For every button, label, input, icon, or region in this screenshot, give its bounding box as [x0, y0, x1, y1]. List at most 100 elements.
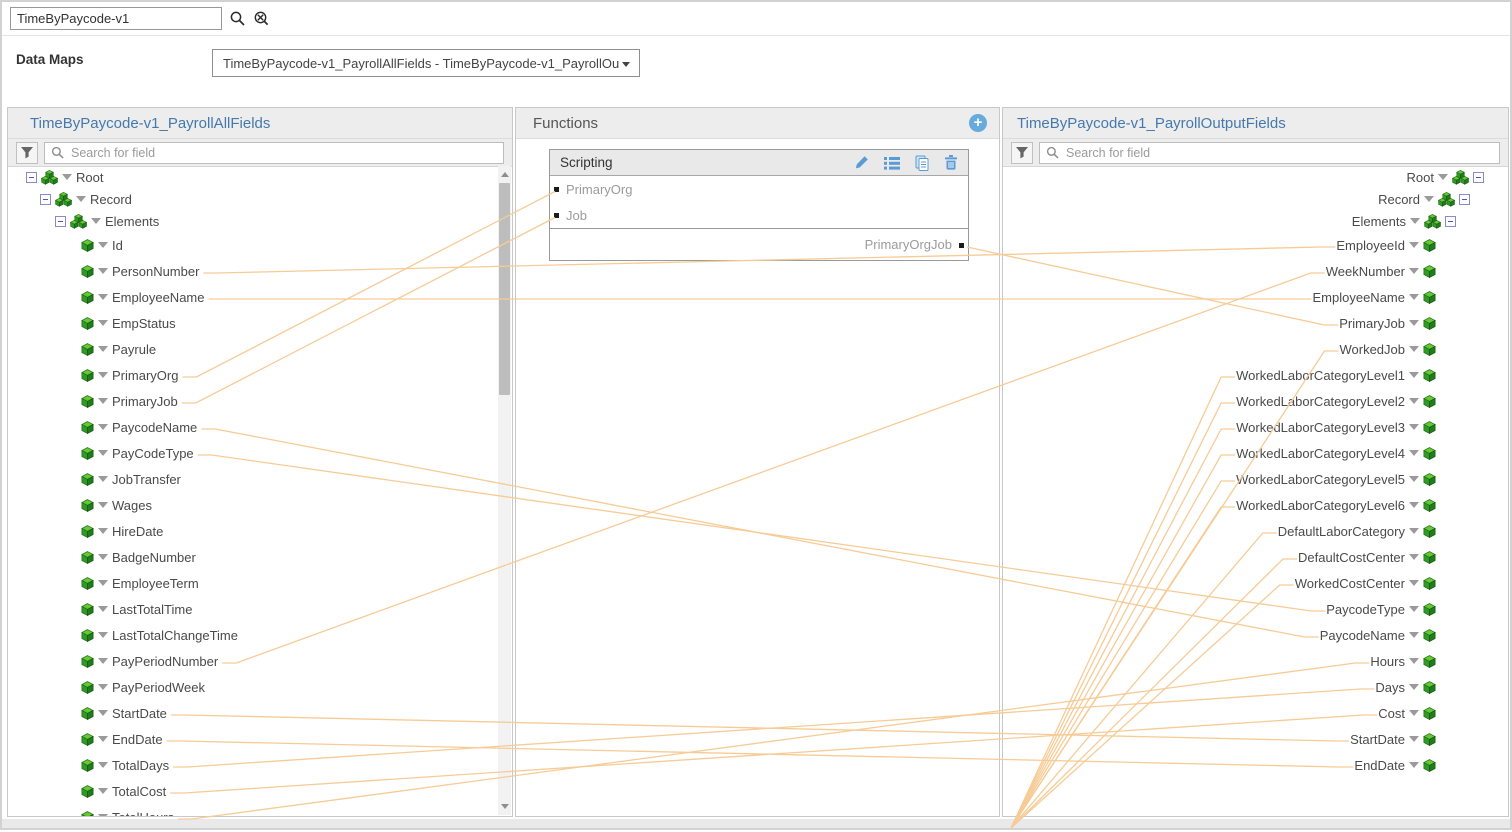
tree-item-primaryorg[interactable]: PrimaryOrg [8, 362, 512, 388]
tree-item-paycodename[interactable]: PaycodeName [1003, 622, 1508, 648]
tree-item-wages[interactable]: Wages [8, 492, 512, 518]
collapse-icon[interactable] [40, 194, 51, 205]
field-dropdown-arrow-icon[interactable] [98, 476, 108, 482]
tree-item-primaryjob[interactable]: PrimaryJob [1003, 310, 1508, 336]
field-dropdown-arrow-icon[interactable] [1410, 218, 1420, 224]
filter-icon[interactable] [1011, 142, 1033, 164]
tree-item-root[interactable]: Root [1003, 166, 1508, 188]
filter-icon[interactable] [16, 142, 38, 164]
collapse-icon[interactable] [1473, 172, 1484, 183]
tree-item-root[interactable]: Root [8, 166, 512, 188]
tree-item-payperiodweek[interactable]: PayPeriodWeek [8, 674, 512, 700]
search-icon[interactable] [229, 10, 246, 27]
field-dropdown-arrow-icon[interactable] [1409, 554, 1419, 560]
field-dropdown-arrow-icon[interactable] [98, 710, 108, 716]
field-dropdown-arrow-icon[interactable] [98, 762, 108, 768]
tree-item-hours[interactable]: Hours [1003, 648, 1508, 674]
field-dropdown-arrow-icon[interactable] [1409, 658, 1419, 664]
collapse-icon[interactable] [55, 216, 66, 227]
field-dropdown-arrow-icon[interactable] [1409, 632, 1419, 638]
field-dropdown-arrow-icon[interactable] [1438, 174, 1448, 180]
field-dropdown-arrow-icon[interactable] [1409, 476, 1419, 482]
source-tree-scrollbar[interactable] [498, 166, 511, 815]
tree-item-paycodetype[interactable]: PaycodeType [1003, 596, 1508, 622]
tree-item-employeename[interactable]: EmployeeName [8, 284, 512, 310]
field-dropdown-arrow-icon[interactable] [1409, 684, 1419, 690]
scrollbar-thumb[interactable] [499, 183, 510, 395]
field-dropdown-arrow-icon[interactable] [98, 788, 108, 794]
field-dropdown-arrow-icon[interactable] [1409, 762, 1419, 768]
global-search-input[interactable] [10, 7, 222, 30]
target-search-input[interactable] [1064, 145, 1493, 161]
tree-item-hiredate[interactable]: HireDate [8, 518, 512, 544]
field-dropdown-arrow-icon[interactable] [98, 268, 108, 274]
edit-function-icon[interactable] [854, 155, 869, 170]
field-dropdown-arrow-icon[interactable] [62, 174, 72, 180]
field-dropdown-arrow-icon[interactable] [98, 398, 108, 404]
tree-item-workedlaborcategorylevel2[interactable]: WorkedLaborCategoryLevel2 [1003, 388, 1508, 414]
field-dropdown-arrow-icon[interactable] [91, 218, 101, 224]
tree-item-workedlaborcategorylevel1[interactable]: WorkedLaborCategoryLevel1 [1003, 362, 1508, 388]
tree-item-totaldays[interactable]: TotalDays [8, 752, 512, 778]
tree-item-record[interactable]: Record [8, 188, 512, 210]
field-dropdown-arrow-icon[interactable] [98, 320, 108, 326]
field-dropdown-arrow-icon[interactable] [98, 684, 108, 690]
delete-function-icon[interactable] [944, 155, 958, 170]
collapse-icon[interactable] [26, 172, 37, 183]
tree-item-id[interactable]: Id [8, 232, 512, 258]
scroll-up-icon[interactable] [501, 172, 509, 177]
field-dropdown-arrow-icon[interactable] [76, 196, 86, 202]
scroll-down-icon[interactable] [501, 804, 509, 809]
tree-item-employeename[interactable]: EmployeeName [1003, 284, 1508, 310]
field-dropdown-arrow-icon[interactable] [98, 294, 108, 300]
source-search-input[interactable] [69, 145, 497, 161]
field-dropdown-arrow-icon[interactable] [1424, 196, 1434, 202]
tree-item-defaultlaborcategory[interactable]: DefaultLaborCategory [1003, 518, 1508, 544]
tree-item-workedcostcenter[interactable]: WorkedCostCenter [1003, 570, 1508, 596]
field-dropdown-arrow-icon[interactable] [1409, 242, 1419, 248]
tree-item-empstatus[interactable]: EmpStatus [8, 310, 512, 336]
field-dropdown-arrow-icon[interactable] [98, 606, 108, 612]
field-dropdown-arrow-icon[interactable] [98, 658, 108, 664]
tree-item-payrule[interactable]: Payrule [8, 336, 512, 362]
tree-item-jobtransfer[interactable]: JobTransfer [8, 466, 512, 492]
field-dropdown-arrow-icon[interactable] [98, 736, 108, 742]
collapse-icon[interactable] [1445, 216, 1456, 227]
tree-item-enddate[interactable]: EndDate [8, 726, 512, 752]
tree-item-workedlaborcategorylevel5[interactable]: WorkedLaborCategoryLevel5 [1003, 466, 1508, 492]
field-dropdown-arrow-icon[interactable] [98, 346, 108, 352]
tree-item-totalcost[interactable]: TotalCost [8, 778, 512, 804]
tree-item-badgenumber[interactable]: BadgeNumber [8, 544, 512, 570]
tree-item-payperiodnumber[interactable]: PayPeriodNumber [8, 648, 512, 674]
tree-item-workedjob[interactable]: WorkedJob [1003, 336, 1508, 362]
function-box-scripting[interactable]: Scripting PrimaryOrg Job [549, 149, 969, 261]
tree-item-elements[interactable]: Elements [1003, 210, 1508, 232]
field-dropdown-arrow-icon[interactable] [1409, 502, 1419, 508]
tree-item-primaryjob[interactable]: PrimaryJob [8, 388, 512, 414]
field-dropdown-arrow-icon[interactable] [98, 502, 108, 508]
tree-item-paycodename[interactable]: PaycodeName [8, 414, 512, 440]
field-dropdown-arrow-icon[interactable] [98, 580, 108, 586]
tree-item-employeeid[interactable]: EmployeeId [1003, 232, 1508, 258]
field-dropdown-arrow-icon[interactable] [98, 528, 108, 534]
copy-function-icon[interactable] [915, 155, 929, 171]
field-dropdown-arrow-icon[interactable] [1409, 450, 1419, 456]
tree-item-lasttotalchangetime[interactable]: LastTotalChangeTime [8, 622, 512, 648]
field-dropdown-arrow-icon[interactable] [1409, 346, 1419, 352]
field-dropdown-arrow-icon[interactable] [1409, 398, 1419, 404]
field-dropdown-arrow-icon[interactable] [1409, 736, 1419, 742]
field-dropdown-arrow-icon[interactable] [1409, 268, 1419, 274]
field-dropdown-arrow-icon[interactable] [1409, 294, 1419, 300]
field-dropdown-arrow-icon[interactable] [1409, 528, 1419, 534]
field-dropdown-arrow-icon[interactable] [98, 814, 108, 816]
tree-item-lasttotaltime[interactable]: LastTotalTime [8, 596, 512, 622]
tree-item-personnumber[interactable]: PersonNumber [8, 258, 512, 284]
field-dropdown-arrow-icon[interactable] [98, 424, 108, 430]
tree-item-workedlaborcategorylevel3[interactable]: WorkedLaborCategoryLevel3 [1003, 414, 1508, 440]
field-dropdown-arrow-icon[interactable] [1409, 424, 1419, 430]
field-dropdown-arrow-icon[interactable] [98, 554, 108, 560]
clear-search-icon[interactable] [253, 10, 270, 27]
function-list-icon[interactable] [884, 156, 900, 170]
field-dropdown-arrow-icon[interactable] [98, 632, 108, 638]
collapse-icon[interactable] [1459, 194, 1470, 205]
